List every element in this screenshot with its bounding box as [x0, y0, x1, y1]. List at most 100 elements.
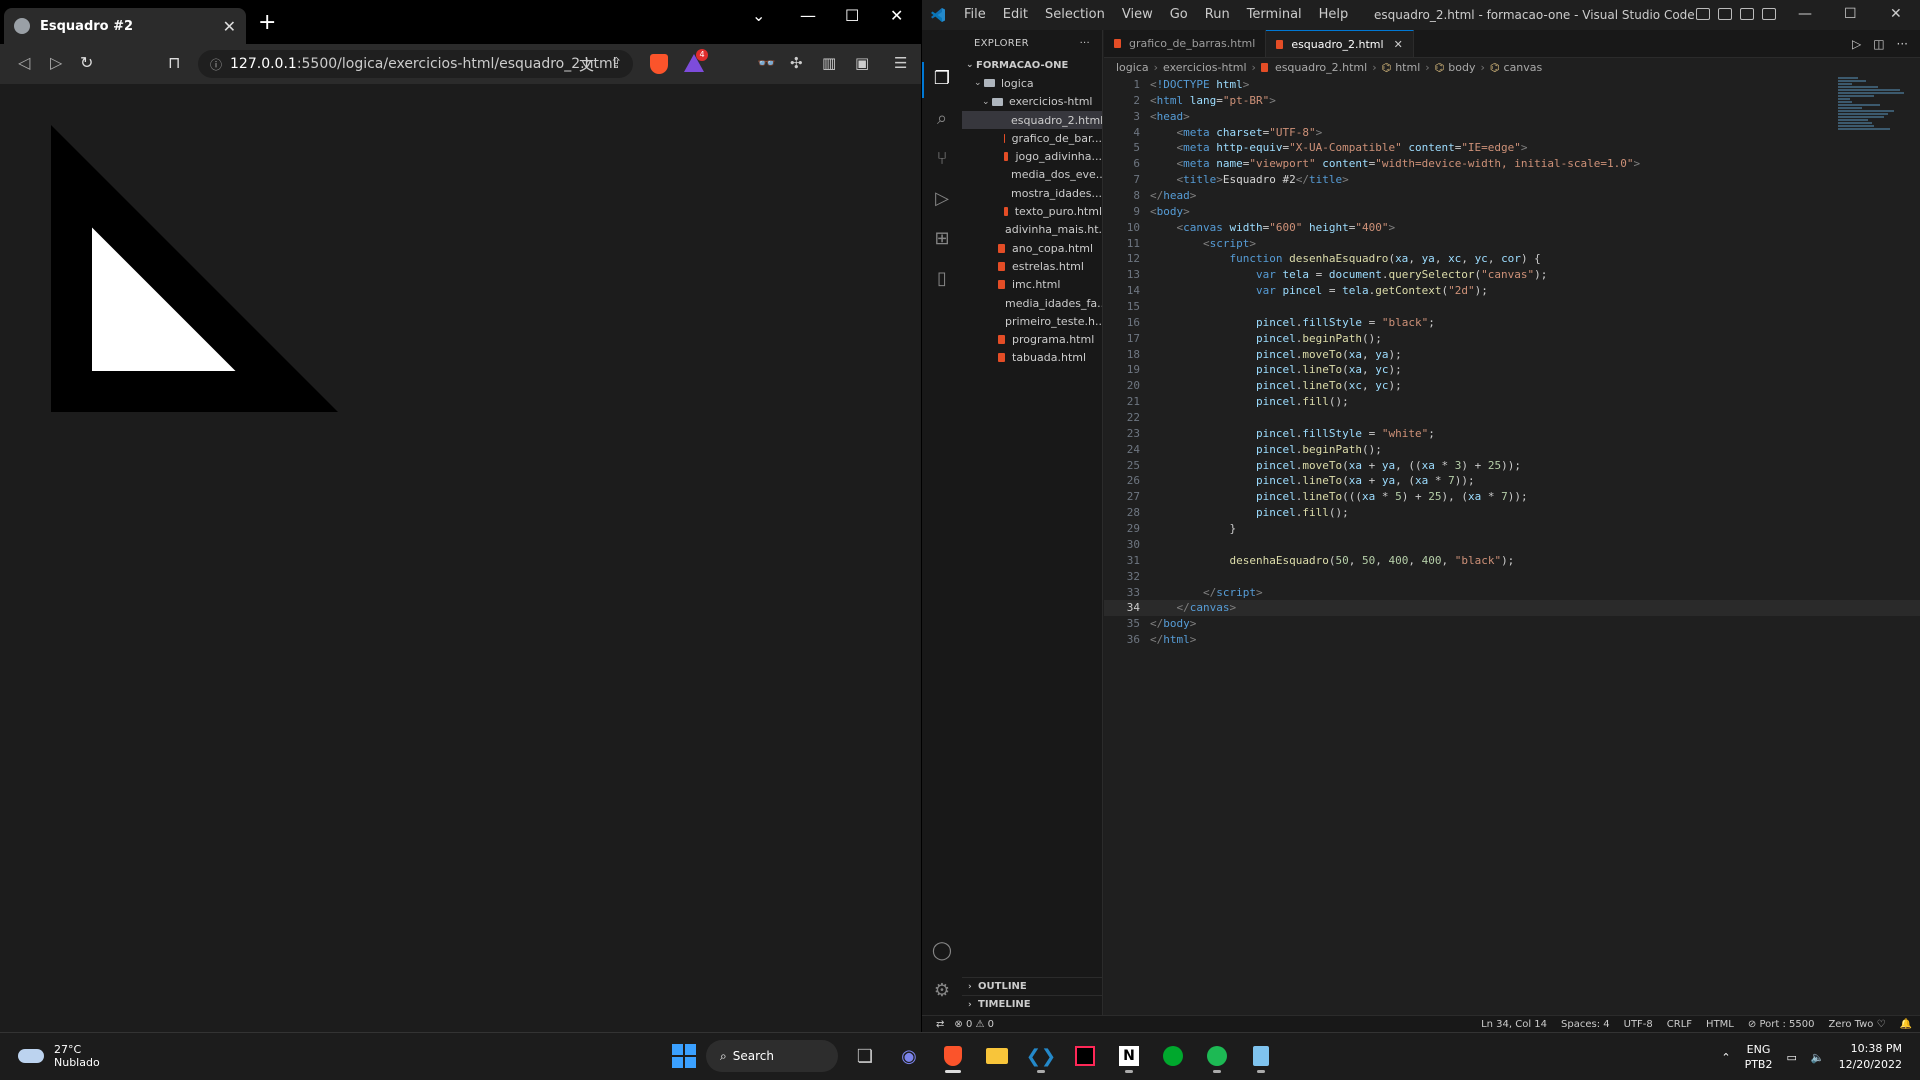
breadcrumb-item[interactable]: html	[1395, 61, 1420, 74]
browser-tab[interactable]: Esquadro #2 ✕	[4, 8, 246, 44]
menu-selection[interactable]: Selection	[1045, 7, 1105, 22]
new-tab-button[interactable]: +	[258, 10, 276, 35]
back-button[interactable]: ◁	[18, 53, 30, 72]
code-editor[interactable]: 1 <!DOCTYPE html> 2 <html lang="pt-BR"> 3 <…	[1104, 77, 1920, 977]
breadcrumb-item[interactable]: body	[1448, 61, 1475, 74]
file-item[interactable]: ano_copa.html	[962, 239, 1102, 257]
file-item[interactable]: estrelas.html	[962, 257, 1102, 275]
accounts-icon[interactable]: ◯	[931, 940, 953, 962]
source-control-icon[interactable]: ⑂	[931, 148, 953, 170]
file-item[interactable]: media_idades_fa...	[962, 294, 1102, 312]
sidebar-icon[interactable]: ▥	[822, 54, 836, 72]
remote-icon[interactable]: ⇄	[936, 1019, 944, 1030]
toggle-sidebar-icon[interactable]	[1696, 8, 1710, 20]
minimize-button[interactable]: —	[800, 6, 816, 25]
live-server-port[interactable]: ⊘ Port : 5500	[1748, 1019, 1815, 1030]
extensions-view-icon[interactable]: ⊞	[931, 228, 953, 250]
explorer-icon[interactable]: ❐	[931, 68, 953, 90]
folder-exercicios-html[interactable]: ⌄ exercicios-html	[962, 93, 1102, 111]
problems-indicator[interactable]: ⊗ 0 ⚠ 0	[954, 1019, 994, 1030]
intellij-icon[interactable]	[1068, 1039, 1102, 1073]
file-item[interactable]: mostra_idades...	[962, 184, 1102, 202]
toggle-secondary-sidebar-icon[interactable]	[1740, 8, 1754, 20]
split-editor-icon[interactable]: ◫	[1873, 37, 1884, 51]
notifications-bell-icon[interactable]: 🔔	[1900, 1019, 1912, 1030]
customize-layout-icon[interactable]	[1762, 8, 1776, 20]
chat-icon[interactable]: ◉	[892, 1039, 926, 1073]
vpn-icon[interactable]: 👓	[757, 54, 776, 72]
vscode-maximize-button[interactable]: ☐	[1844, 6, 1857, 22]
timeline-section[interactable]: › TIMELINE	[962, 995, 1103, 1013]
file-item[interactable]: grafico_de_bar...	[962, 129, 1102, 147]
brave-browser-icon[interactable]	[936, 1039, 970, 1073]
volume-icon[interactable]: 🔈	[1811, 1051, 1825, 1064]
menu-go[interactable]: Go	[1170, 7, 1188, 22]
theme-indicator[interactable]: Zero Two ♡	[1828, 1019, 1885, 1030]
wallet-icon[interactable]: ▣	[855, 54, 869, 72]
vscode-taskbar-icon[interactable]: ❮❯	[1024, 1039, 1058, 1073]
menu-view[interactable]: View	[1122, 7, 1153, 22]
input-language[interactable]: ENG PTB2	[1745, 1042, 1773, 1072]
file-item[interactable]: primeiro_teste.h...	[962, 312, 1102, 330]
tab-esquadro-2[interactable]: esquadro_2.html ✕	[1266, 30, 1414, 57]
close-window-button[interactable]: ✕	[890, 6, 903, 25]
folder-logica[interactable]: ⌄ logica	[962, 74, 1102, 92]
menu-file[interactable]: File	[964, 7, 986, 22]
manage-gear-icon[interactable]: ⚙	[931, 980, 953, 1002]
share-icon[interactable]: ⇪	[610, 54, 623, 72]
forward-button[interactable]: ▷	[50, 53, 62, 72]
bookmark-icon[interactable]: ⊓	[168, 53, 180, 72]
reload-button[interactable]: ↻	[80, 53, 93, 72]
evernote-icon[interactable]	[1156, 1039, 1190, 1073]
chevron-up-icon[interactable]: ⌃	[1721, 1051, 1730, 1064]
breadcrumb-item[interactable]: esquadro_2.html	[1275, 61, 1367, 74]
close-tab-icon[interactable]: ✕	[1394, 38, 1403, 51]
file-item[interactable]: esquadro_2.html	[962, 110, 1102, 130]
close-tab-icon[interactable]: ✕	[223, 17, 236, 36]
file-item[interactable]: tabuada.html	[962, 349, 1102, 367]
menu-edit[interactable]: Edit	[1003, 7, 1028, 22]
tab-search-icon[interactable]: ⌄	[752, 6, 765, 25]
file-item[interactable]: programa.html	[962, 330, 1102, 348]
line-ending[interactable]: CRLF	[1667, 1019, 1692, 1030]
file-item[interactable]: imc.html	[962, 276, 1102, 294]
file-item[interactable]: adivinha_mais.ht...	[962, 221, 1102, 239]
site-info-icon[interactable]: ⓘ	[210, 56, 222, 73]
breadcrumb-item[interactable]: logica	[1116, 61, 1149, 74]
notion-icon[interactable]: N	[1112, 1039, 1146, 1073]
spotify-icon[interactable]	[1200, 1039, 1234, 1073]
brave-shields-icon[interactable]	[650, 54, 668, 74]
run-debug-icon[interactable]: ▷	[931, 188, 953, 210]
more-actions-icon[interactable]: ···	[1080, 38, 1090, 49]
vscode-close-button[interactable]: ✕	[1890, 6, 1902, 22]
clock[interactable]: 10:38 PM 12/20/2022	[1839, 1041, 1902, 1073]
menu-run[interactable]: Run	[1205, 7, 1230, 22]
file-explorer-icon[interactable]	[980, 1039, 1014, 1073]
menu-icon[interactable]: ☰	[894, 54, 907, 72]
network-icon[interactable]: ▭	[1786, 1051, 1796, 1064]
outline-section[interactable]: › OUTLINE	[962, 977, 1103, 995]
address-bar[interactable]: ⓘ 127.0.0.1 :5500/logica/exercicios-html…	[198, 50, 633, 78]
vscode-minimize-button[interactable]: —	[1798, 6, 1812, 22]
remote-explorer-icon[interactable]: ▯	[931, 268, 953, 290]
more-actions-icon[interactable]: ···	[1897, 37, 1908, 51]
menu-terminal[interactable]: Terminal	[1247, 7, 1302, 22]
breadcrumb-item[interactable]: canvas	[1504, 61, 1543, 74]
encoding[interactable]: UTF-8	[1624, 1019, 1653, 1030]
indentation[interactable]: Spaces: 4	[1561, 1019, 1610, 1030]
tab-grafico-de-barras[interactable]: grafico_de_barras.html	[1104, 30, 1267, 57]
file-item[interactable]: media_dos_eve...	[962, 166, 1102, 184]
toggle-panel-icon[interactable]	[1718, 8, 1732, 20]
workspace-root[interactable]: ⌄ FORMACAO-ONE	[962, 56, 1102, 74]
translate-icon[interactable]: 文	[579, 54, 594, 75]
breadcrumb-item[interactable]: exercicios-html	[1163, 61, 1247, 74]
weather-widget[interactable]: 27°C Nublado	[18, 1043, 100, 1069]
task-view-icon[interactable]: ❏	[848, 1039, 882, 1073]
search-icon[interactable]: ⌕	[931, 108, 953, 130]
maximize-button[interactable]: ☐	[845, 6, 859, 25]
cursor-position[interactable]: Ln 34, Col 14	[1481, 1019, 1547, 1030]
menu-help[interactable]: Help	[1319, 7, 1349, 22]
file-item[interactable]: jogo_adivinha...	[962, 147, 1102, 165]
extensions-icon[interactable]: ✣	[790, 54, 803, 72]
taskbar-search[interactable]: ⌕ Search	[706, 1040, 838, 1072]
